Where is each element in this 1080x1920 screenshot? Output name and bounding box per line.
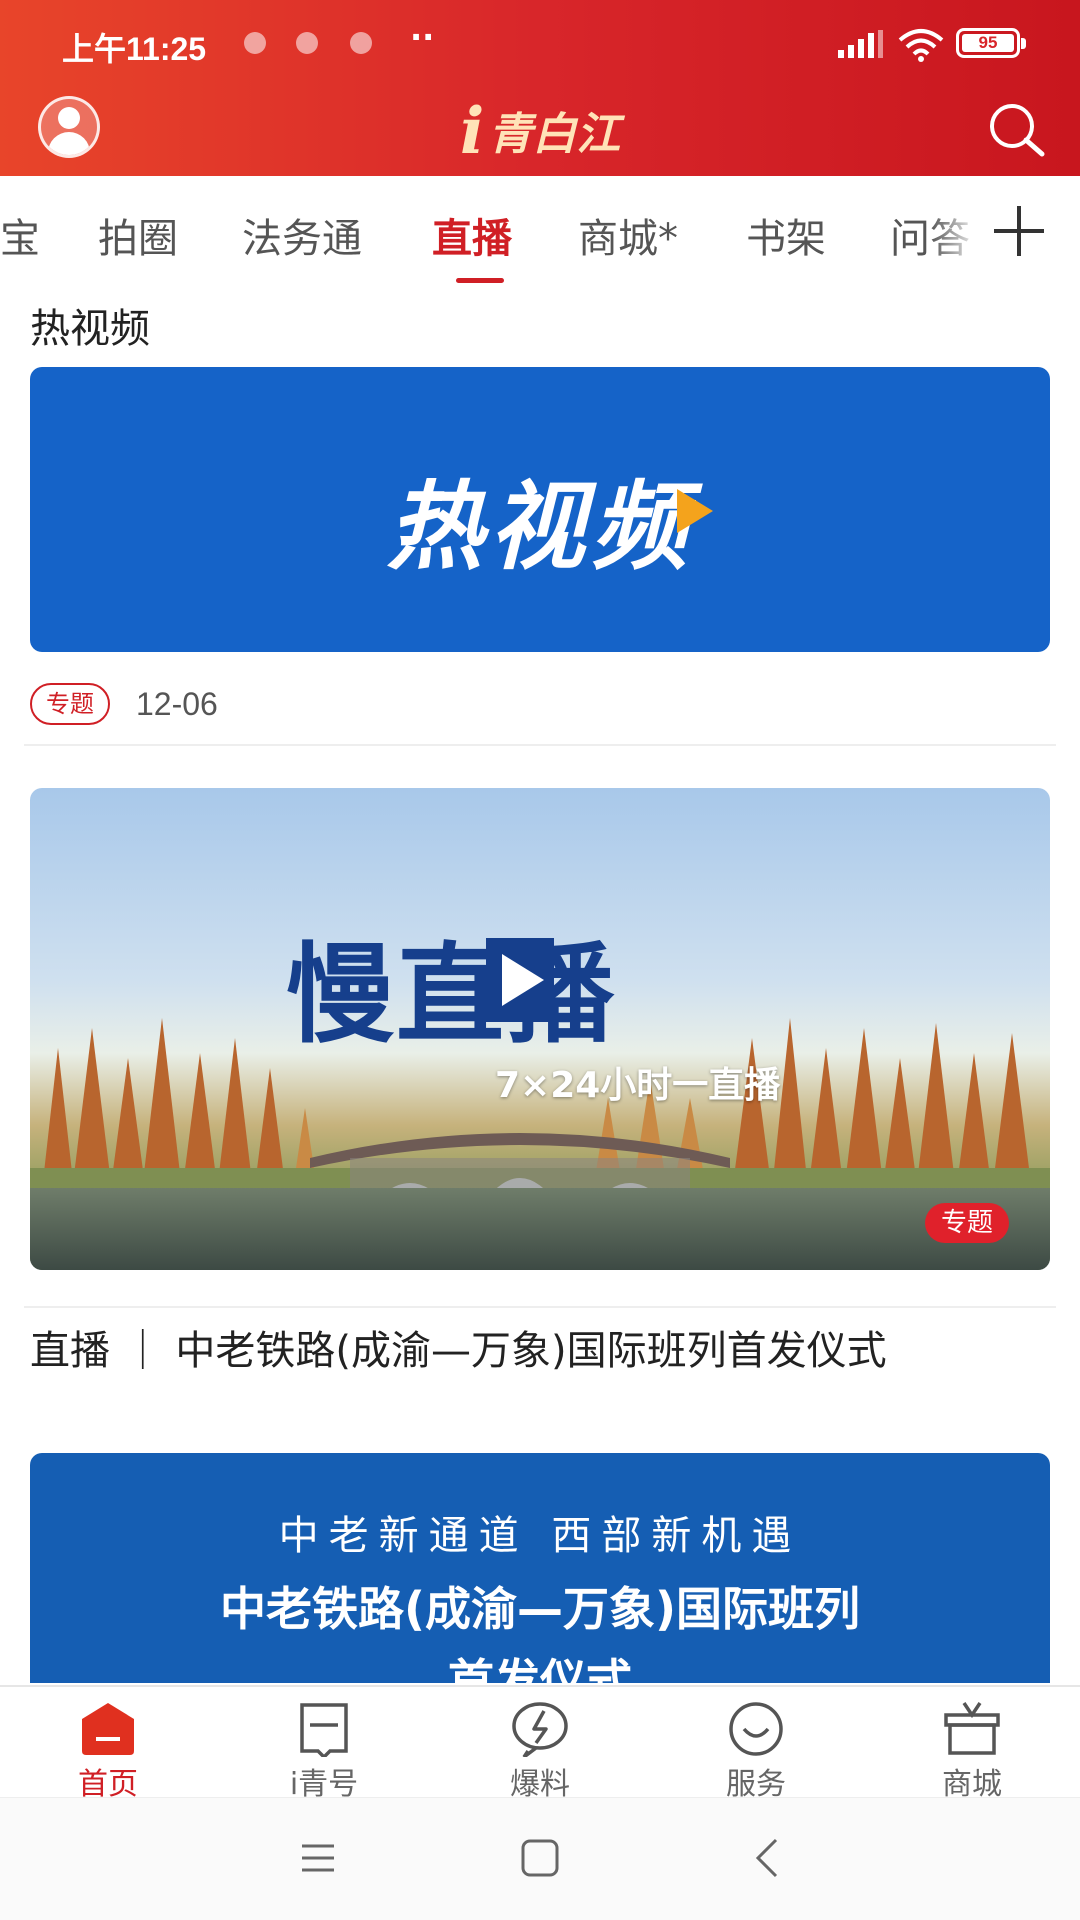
home-square-icon[interactable] [510, 1828, 570, 1888]
smile-icon [729, 1702, 783, 1756]
tab-shujia[interactable]: 书架 [746, 206, 826, 264]
battery-icon: 95 [956, 28, 1026, 58]
tab-shangcheng[interactable]: 商城* [578, 206, 678, 264]
railway-banner-slogan: 中老新通道 西部新机遇 [278, 1513, 802, 1559]
gift-box-icon [944, 1702, 1000, 1755]
slow-live-subtitle: 7×24小时一直播 [495, 1065, 781, 1106]
logo-text: 青白江 [488, 109, 621, 160]
publish-date: 12-06 [136, 685, 218, 722]
menu-icon[interactable] [288, 1828, 348, 1888]
railway-banner-title-line2: 首发仪式 [448, 1654, 632, 1683]
bottom-nav: 首页 i青号 爆料 服务 商城 [0, 1685, 1080, 1802]
system-nav-bar [0, 1797, 1080, 1920]
play-icon [486, 938, 554, 1022]
nav-fuwu[interactable]: 服务 [686, 1693, 826, 1802]
home-icon [82, 1703, 134, 1755]
divider [24, 1306, 1056, 1308]
section-title: 热视频 [30, 306, 150, 352]
app-header: 上午11:25 ·· 95 i 青白江 [0, 0, 1080, 176]
user-icon [58, 107, 80, 129]
tabs-fade [930, 176, 980, 286]
nav-shangcheng[interactable]: 商城 [902, 1693, 1042, 1802]
hot-video-meta: 专题 12-06 [30, 682, 218, 726]
channel-tabs: 宝 拍圈 法务通 直播 商城* 书架 问答 [0, 176, 1080, 286]
more-notifications-icon: ·· [410, 18, 435, 56]
app-logo: i 青白江 [460, 94, 620, 164]
wifi-icon [898, 29, 944, 62]
active-tab-indicator [456, 278, 504, 283]
status-time: 上午11:25 [62, 31, 207, 67]
back-icon[interactable] [738, 1828, 798, 1888]
logo-letter: i [460, 94, 485, 169]
search-icon[interactable] [984, 100, 1048, 160]
divider [24, 744, 1056, 746]
notification-icon [350, 32, 372, 54]
topic-badge: 专题 [30, 683, 110, 725]
battery-level: 95 [962, 34, 1014, 52]
notification-icon [244, 32, 266, 54]
notification-icon [296, 32, 318, 54]
railway-banner[interactable]: 中老新通道 西部新机遇 中老铁路(成渝—万象)国际班列 首发仪式 [30, 1453, 1050, 1683]
tab-zhibo[interactable]: 直播 [432, 206, 512, 264]
river-water [30, 1188, 1050, 1270]
nav-baoliao[interactable]: 爆料 [470, 1693, 610, 1802]
nav-iqinghao[interactable]: i青号 [254, 1693, 394, 1802]
tab-paiquan[interactable]: 拍圈 [98, 206, 178, 264]
nav-home[interactable]: 首页 [38, 1693, 178, 1802]
hot-video-banner-text: 热视频 [387, 471, 693, 583]
message-icon [300, 1703, 348, 1757]
tab-fawutong[interactable]: 法务通 [242, 206, 362, 264]
railway-banner-title: 中老铁路(成渝—万象)国际班列 [219, 1582, 861, 1636]
article-title[interactable]: 直播 ｜ 中老铁路(成渝—万象)国际班列首发仪式 [30, 1325, 1050, 1377]
slow-live-banner[interactable]: 慢直播 7×24小时一直播 专题 [30, 788, 1050, 1270]
play-icon [677, 489, 713, 533]
slow-live-title: 慢直播 [286, 933, 617, 1058]
hot-video-banner[interactable]: 热视频 [30, 367, 1050, 652]
add-channel-icon[interactable] [988, 200, 1050, 262]
lightning-icon [512, 1702, 568, 1757]
user-icon-body [48, 132, 90, 155]
tab-bao[interactable]: 宝 [0, 206, 40, 264]
status-bar: 上午11:25 ·· 95 [0, 0, 1080, 88]
topic-badge: 专题 [925, 1203, 1010, 1243]
signal-icon [838, 30, 883, 58]
user-avatar-button[interactable] [38, 96, 100, 158]
